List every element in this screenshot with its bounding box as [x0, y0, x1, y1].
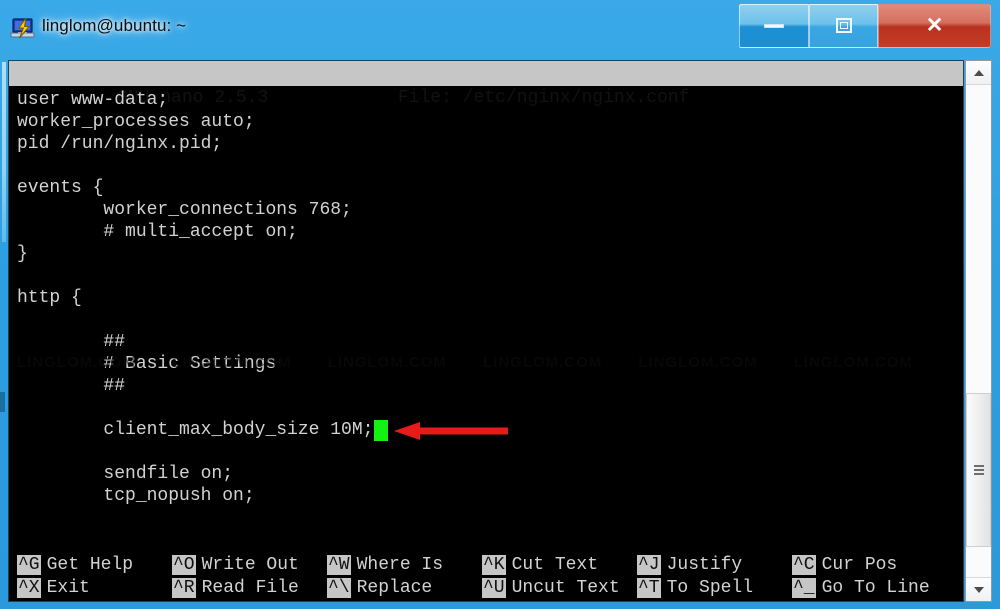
chevron-down-icon	[973, 586, 984, 593]
minimize-icon	[764, 24, 784, 28]
window-edge-highlight	[2, 62, 6, 242]
shortcut-key: ^_	[792, 578, 816, 598]
shortcut-entry[interactable]: ^_ Go To Line	[792, 577, 930, 600]
shortcut-key: ^R	[172, 578, 196, 598]
shortcut-key: ^O	[172, 555, 196, 575]
scroll-up-arrow[interactable]	[966, 61, 991, 85]
editor-line: tcp_nopush on;	[17, 486, 255, 506]
shortcut-entry[interactable]: ^O Write Out	[172, 554, 299, 577]
maximize-button[interactable]	[809, 4, 878, 48]
shortcut-entry[interactable]: ^G Get Help	[17, 554, 133, 577]
window-title: linglom@ubuntu: ~	[42, 16, 187, 35]
window-edge-notch	[0, 392, 5, 412]
editor-line: worker_connections 768;	[17, 200, 352, 220]
shortcut-entry[interactable]: ^T To Spell	[637, 577, 753, 600]
shortcut-label: Get Help	[46, 555, 134, 575]
editor-line: sendfile on;	[17, 464, 234, 484]
shortcut-entry[interactable]: ^J Justify	[637, 554, 742, 577]
close-icon: ✕	[925, 14, 944, 37]
shortcut-label: Justify	[666, 555, 743, 575]
shortcut-label: Go To Line	[821, 578, 930, 598]
shortcut-key: ^W	[327, 555, 351, 575]
shortcut-key: ^G	[17, 555, 41, 575]
shortcut-key: ^X	[17, 578, 41, 598]
shortcut-entry[interactable]: ^W Where Is	[327, 554, 443, 577]
terminal-client-area[interactable]: GNU nano 2.5.3 File: /etc/nginx/nginx.co…	[8, 60, 964, 602]
shortcut-key: ^C	[792, 555, 816, 575]
window-titlebar[interactable]: linglom@ubuntu: ~ ✕	[0, 0, 1000, 55]
editor-line: worker_processes auto;	[17, 112, 255, 132]
nano-shortcut-bar: ^G Get Help ^O Write Out ^W Where Is ^K Cut Tex…	[9, 554, 963, 601]
shortcut-label: Cut Text	[511, 555, 599, 575]
minimize-button[interactable]	[739, 4, 809, 48]
shortcut-entry[interactable]: ^C Cur Pos	[792, 554, 897, 577]
putty-icon	[10, 17, 36, 41]
text-cursor	[374, 420, 388, 441]
nano-editor[interactable]: GNU nano 2.5.3 File: /etc/nginx/nginx.co…	[9, 61, 963, 601]
editor-line: }	[17, 244, 28, 264]
scroll-thumb[interactable]	[966, 393, 991, 547]
editor-line: events {	[17, 178, 104, 198]
editor-line: # Basic Settings	[17, 354, 277, 374]
close-button[interactable]: ✕	[878, 4, 991, 48]
shortcut-label: To Spell	[666, 578, 754, 598]
shortcut-entry[interactable]: ^U Uncut Text	[482, 577, 620, 600]
editor-line: # multi_accept on;	[17, 222, 298, 242]
nano-text-buffer[interactable]: user www-data; worker_processes auto; pid …	[9, 89, 963, 559]
shortcut-label: Replace	[356, 578, 433, 598]
shortcut-row-1: ^G Get Help ^O Write Out ^W Where Is ^K Cut Tex…	[9, 554, 963, 577]
shortcut-key: ^\	[327, 578, 351, 598]
scroll-track-upper[interactable]	[966, 85, 991, 393]
editor-line: ##	[17, 376, 126, 396]
shortcut-label: Uncut Text	[511, 578, 620, 598]
editor-line: ##	[17, 332, 126, 352]
shortcut-entry[interactable]: ^K Cut Text	[482, 554, 598, 577]
shortcut-label: Write Out	[201, 555, 299, 575]
grip-icon	[973, 465, 984, 475]
shortcut-entry[interactable]: ^R Read File	[172, 577, 299, 600]
shortcut-key: ^K	[482, 555, 506, 575]
shortcut-key: ^T	[637, 578, 661, 598]
shortcut-entry[interactable]: ^\ Replace	[327, 577, 432, 600]
editor-line: client_max_body_size 10M;	[17, 420, 374, 440]
shortcut-label: Read File	[201, 578, 299, 598]
maximize-icon	[835, 18, 852, 33]
shortcut-key: ^U	[482, 578, 506, 598]
nano-title-bar: GNU nano 2.5.3 File: /etc/nginx/nginx.co…	[9, 61, 963, 108]
editor-line: user www-data;	[17, 90, 169, 110]
shortcut-row-2: ^X Exit ^R Read File ^\ Replace ^U Uncut Text ^T…	[9, 577, 963, 600]
editor-line: http {	[17, 288, 82, 308]
scroll-down-arrow[interactable]	[966, 577, 991, 601]
scroll-track-lower[interactable]	[966, 547, 991, 577]
shortcut-label: Where Is	[356, 555, 444, 575]
editor-line: pid /run/nginx.pid;	[17, 134, 223, 154]
shortcut-label: Cur Pos	[821, 555, 898, 575]
putty-window: linglom@ubuntu: ~ ✕ GNU nano 2.5.3 File:…	[0, 0, 1000, 609]
shortcut-label: Exit	[46, 578, 90, 598]
shortcut-key: ^J	[637, 555, 661, 575]
chevron-up-icon	[973, 69, 984, 76]
window-scrollbar[interactable]	[965, 60, 992, 602]
shortcut-entry[interactable]: ^X Exit	[17, 577, 90, 600]
